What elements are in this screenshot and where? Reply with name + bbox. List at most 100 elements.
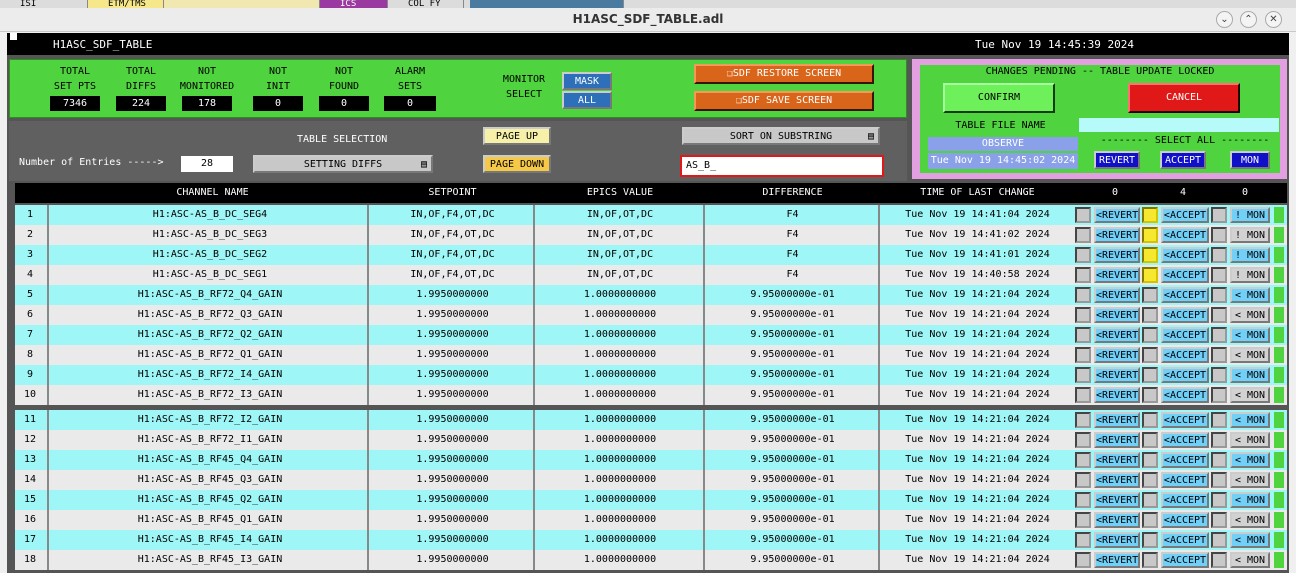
accept-checkbox[interactable] (1142, 472, 1158, 488)
mon-button[interactable]: < MON (1230, 347, 1270, 363)
accept-checkbox[interactable] (1142, 552, 1158, 568)
mon-button[interactable]: < MON (1230, 472, 1270, 488)
minimize-icon[interactable]: ⌄ (1216, 11, 1233, 28)
mon-checkbox[interactable] (1211, 452, 1227, 468)
revert-button[interactable]: <REVERT (1094, 307, 1140, 323)
mon-button[interactable]: < MON (1230, 492, 1270, 508)
accept-button[interactable]: <ACCEPT (1161, 532, 1209, 548)
accept-button[interactable]: <ACCEPT (1161, 412, 1209, 428)
revert-checkbox[interactable] (1075, 492, 1091, 508)
mon-button[interactable]: < MON (1230, 512, 1270, 528)
accept-checkbox[interactable] (1142, 307, 1158, 323)
accept-checkbox[interactable] (1142, 347, 1158, 363)
mon-button[interactable]: ! MON (1230, 227, 1270, 243)
mon-button[interactable]: < MON (1230, 287, 1270, 303)
revert-button[interactable]: <REVERT (1094, 267, 1140, 283)
accept-button[interactable]: <ACCEPT (1161, 227, 1209, 243)
revert-checkbox[interactable] (1075, 387, 1091, 403)
revert-checkbox[interactable] (1075, 412, 1091, 428)
mask-button[interactable]: MASK (562, 72, 612, 90)
close-icon[interactable]: ✕ (1265, 11, 1282, 28)
accept-checkbox[interactable] (1142, 227, 1158, 243)
mon-checkbox[interactable] (1211, 432, 1227, 448)
mon-button[interactable]: < MON (1230, 307, 1270, 323)
mon-button[interactable]: < MON (1230, 412, 1270, 428)
bg-tab[interactable]: ISI (0, 0, 88, 8)
accept-checkbox[interactable] (1142, 247, 1158, 263)
revert-button[interactable]: <REVERT (1094, 327, 1140, 343)
cancel-button[interactable]: CANCEL (1128, 83, 1240, 113)
accept-button[interactable]: <ACCEPT (1161, 207, 1209, 223)
revert-checkbox[interactable] (1075, 512, 1091, 528)
mon-checkbox[interactable] (1211, 307, 1227, 323)
confirm-button[interactable]: CONFIRM (943, 83, 1055, 113)
accept-button[interactable]: <ACCEPT (1161, 492, 1209, 508)
mon-button[interactable]: < MON (1230, 532, 1270, 548)
mon-button[interactable]: ! MON (1230, 267, 1270, 283)
mon-checkbox[interactable] (1211, 412, 1227, 428)
bg-tab[interactable]: ETM/TMS (88, 0, 164, 8)
accept-button[interactable]: <ACCEPT (1161, 512, 1209, 528)
revert-button[interactable]: <REVERT (1094, 412, 1140, 428)
accept-button[interactable]: <ACCEPT (1161, 387, 1209, 403)
accept-checkbox[interactable] (1142, 367, 1158, 383)
mon-checkbox[interactable] (1211, 552, 1227, 568)
revert-checkbox[interactable] (1075, 432, 1091, 448)
mon-all-button[interactable]: MON (1230, 151, 1270, 169)
revert-checkbox[interactable] (1075, 267, 1091, 283)
mon-button[interactable]: ! MON (1230, 207, 1270, 223)
accept-button[interactable]: <ACCEPT (1161, 327, 1209, 343)
revert-button[interactable]: <REVERT (1094, 347, 1140, 363)
bg-tab[interactable]: ICS (320, 0, 388, 8)
mon-checkbox[interactable] (1211, 247, 1227, 263)
accept-checkbox[interactable] (1142, 287, 1158, 303)
revert-checkbox[interactable] (1075, 532, 1091, 548)
maximize-icon[interactable]: ⌃ (1240, 11, 1257, 28)
accept-button[interactable]: <ACCEPT (1161, 432, 1209, 448)
sort-substring-select[interactable]: SORT ON SUBSTRING ▤ (682, 127, 880, 145)
mon-checkbox[interactable] (1211, 532, 1227, 548)
page-up-button[interactable]: PAGE UP (483, 127, 551, 145)
revert-button[interactable]: <REVERT (1094, 552, 1140, 568)
mon-button[interactable]: < MON (1230, 552, 1270, 568)
mon-checkbox[interactable] (1211, 512, 1227, 528)
mon-button[interactable]: < MON (1230, 327, 1270, 343)
mon-button[interactable]: < MON (1230, 387, 1270, 403)
mon-button[interactable]: < MON (1230, 432, 1270, 448)
accept-checkbox[interactable] (1142, 492, 1158, 508)
revert-button[interactable]: <REVERT (1094, 367, 1140, 383)
mon-button[interactable]: < MON (1230, 452, 1270, 468)
revert-checkbox[interactable] (1075, 227, 1091, 243)
mon-checkbox[interactable] (1211, 387, 1227, 403)
revert-button[interactable]: <REVERT (1094, 387, 1140, 403)
setting-diffs-select[interactable]: SETTING DIFFS ▤ (253, 155, 433, 173)
revert-button[interactable]: <REVERT (1094, 452, 1140, 468)
revert-button[interactable]: <REVERT (1094, 472, 1140, 488)
revert-checkbox[interactable] (1075, 347, 1091, 363)
mon-checkbox[interactable] (1211, 472, 1227, 488)
all-button[interactable]: ALL (562, 91, 612, 109)
bg-tab[interactable] (164, 0, 320, 8)
accept-button[interactable]: <ACCEPT (1161, 307, 1209, 323)
accept-button[interactable]: <ACCEPT (1161, 367, 1209, 383)
mon-checkbox[interactable] (1211, 227, 1227, 243)
accept-checkbox[interactable] (1142, 412, 1158, 428)
revert-checkbox[interactable] (1075, 247, 1091, 263)
revert-button[interactable]: <REVERT (1094, 512, 1140, 528)
revert-button[interactable]: <REVERT (1094, 532, 1140, 548)
accept-checkbox[interactable] (1142, 532, 1158, 548)
mon-checkbox[interactable] (1211, 287, 1227, 303)
mon-checkbox[interactable] (1211, 267, 1227, 283)
sdf-restore-screen-button[interactable]: ❏SDF RESTORE SCREEN (694, 64, 874, 84)
accept-button[interactable]: <ACCEPT (1161, 347, 1209, 363)
accept-checkbox[interactable] (1142, 387, 1158, 403)
revert-button[interactable]: <REVERT (1094, 247, 1140, 263)
mon-checkbox[interactable] (1211, 327, 1227, 343)
accept-button[interactable]: <ACCEPT (1161, 452, 1209, 468)
revert-button[interactable]: <REVERT (1094, 432, 1140, 448)
revert-button[interactable]: <REVERT (1094, 287, 1140, 303)
revert-checkbox[interactable] (1075, 287, 1091, 303)
accept-button[interactable]: <ACCEPT (1161, 472, 1209, 488)
mon-button[interactable]: < MON (1230, 367, 1270, 383)
mon-checkbox[interactable] (1211, 492, 1227, 508)
